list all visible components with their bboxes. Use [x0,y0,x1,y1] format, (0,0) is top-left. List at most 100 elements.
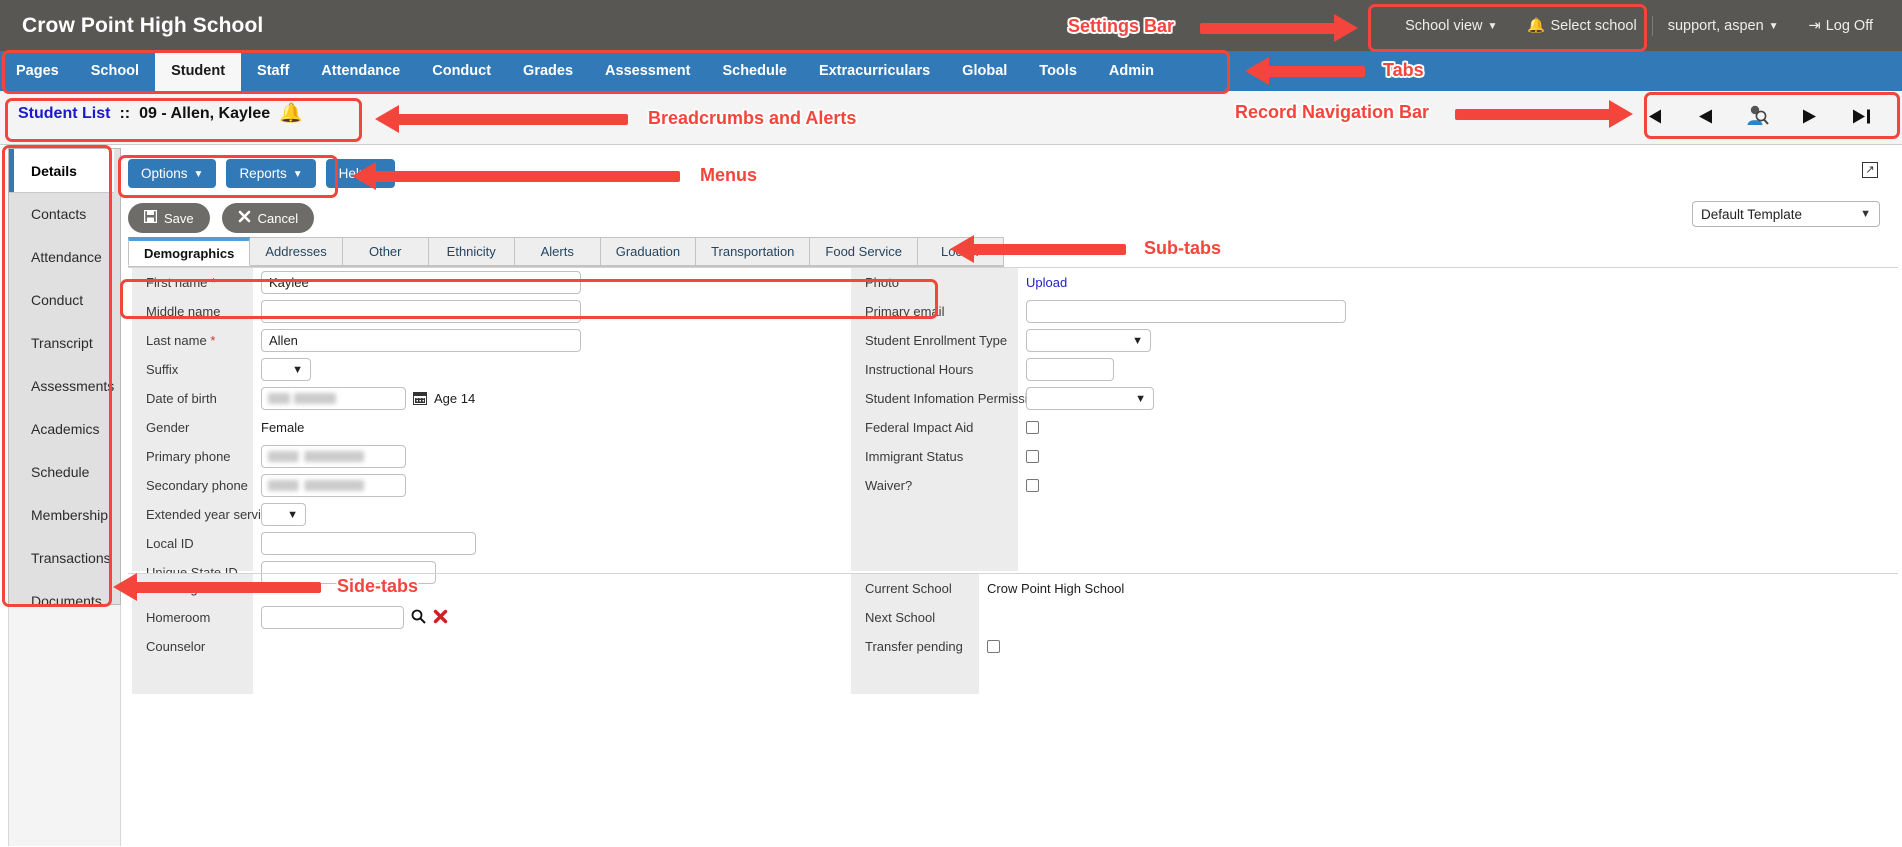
side-tab-schedule[interactable]: Schedule [9,450,120,493]
homeroom-input[interactable] [261,606,404,629]
sub-tab-ethnicity[interactable]: Ethnicity [429,237,515,266]
user-menu[interactable]: support, aspen ▼ [1653,9,1794,43]
immigrant-status-checkbox[interactable] [1026,450,1039,463]
tab-attendance[interactable]: Attendance [305,51,416,91]
tab-tools[interactable]: Tools [1023,51,1093,91]
next-record-button[interactable] [1796,103,1822,129]
breadcrumb-student-list-link[interactable]: Student List [18,105,110,123]
tab-global[interactable]: Global [946,51,1023,91]
side-tab-academics[interactable]: Academics [9,407,120,450]
record-navigation-bar [1626,99,1888,133]
sub-tab-alerts[interactable]: Alerts [515,237,601,266]
sub-tab-food-service[interactable]: Food Service [810,237,918,266]
alert-bell-icon[interactable]: 🔔 [279,104,303,123]
save-button[interactable]: Save [128,203,210,233]
side-tabs: DetailsContactsAttendanceConductTranscri… [8,148,121,605]
field-value: Upload [1018,275,1067,290]
federal-impact-aid-checkbox[interactable] [1026,421,1039,434]
waiver-checkbox[interactable] [1026,479,1039,492]
template-dropdown[interactable]: Default Template ▼ [1692,201,1880,227]
menu-label: Options [141,166,188,181]
right-bottom-fields: Current SchoolCrow Point High SchoolNext… [851,574,1124,661]
select-school-button[interactable]: 🔔 Select school [1512,9,1651,43]
cancel-button[interactable]: Cancel [222,203,314,233]
calendar-icon[interactable] [413,392,427,405]
left-top-fields: First name *Middle nameLast name *Suffix… [132,268,581,587]
sub-tab-locker[interactable]: Locker [918,237,1004,266]
transfer-pending-checkbox[interactable] [987,640,1000,653]
middle-name-input[interactable] [261,300,581,323]
right-top-fields: PhotoUploadPrimary emailStudent Enrollme… [851,268,1346,500]
sub-tab-transportation[interactable]: Transportation [696,237,810,266]
tab-schedule[interactable]: Schedule [706,51,802,91]
side-tab-assessments[interactable]: Assessments [9,364,120,407]
log-off-button[interactable]: ⇥ Log Off [1794,9,1888,43]
action-label: Save [164,211,194,226]
options-menu-button[interactable]: Options▼ [128,159,216,188]
student-enrollment-type-select[interactable]: ▼ [1026,329,1151,352]
field-label: Homeroom [132,610,253,625]
form-row: Primary email [851,297,1346,326]
primary-email-input[interactable] [1026,300,1346,323]
tab-staff[interactable]: Staff [241,51,305,91]
field-label-text: Immigrant Status [865,449,963,464]
sub-tab-demographics[interactable]: Demographics [128,237,250,266]
year-of-graduation-value: 2026 [261,581,290,596]
search-icon[interactable] [411,609,426,627]
field-label-text: Date of birth [146,391,217,406]
last-record-button[interactable] [1848,103,1874,129]
tab-admin[interactable]: Admin [1093,51,1170,91]
help-menu-button[interactable]: Help▼ [326,159,396,188]
field-label: Middle name [132,304,253,319]
side-tab-contacts[interactable]: Contacts [9,192,120,235]
side-tab-transcript[interactable]: Transcript [9,321,120,364]
tab-student[interactable]: Student [155,51,241,91]
first-name-input[interactable] [261,271,581,294]
select-school-label: Select school [1550,18,1636,34]
field-label-text: Next School [865,610,935,625]
local-id-input[interactable] [261,532,476,555]
side-tab-transactions[interactable]: Transactions [9,536,120,579]
field-label: Gender [132,420,253,435]
expand-icon[interactable]: ↗ [1862,162,1878,178]
student-record-icon[interactable] [1744,103,1770,129]
side-tab-conduct[interactable]: Conduct [9,278,120,321]
side-tab-details[interactable]: Details [9,149,114,192]
sub-tab-addresses[interactable]: Addresses [250,237,342,266]
suffix-select[interactable]: ▼ [261,358,311,381]
age-text: Age 14 [434,391,475,406]
form-row: Date of birth Age 14 [132,384,581,413]
side-tab-membership[interactable]: Membership [9,493,120,536]
field-value [979,640,1000,653]
tab-grades[interactable]: Grades [507,51,589,91]
sub-tab-graduation[interactable]: Graduation [601,237,696,266]
school-view-dropdown[interactable]: School view ▼ [1390,9,1512,43]
clear-icon[interactable] [433,609,448,627]
field-label: Suffix [132,362,253,377]
form-row: Waiver? [851,471,1346,500]
cancel-icon [238,210,251,226]
tab-conduct[interactable]: Conduct [416,51,507,91]
student-infomation-permissions-select[interactable]: ▼ [1026,387,1154,410]
side-tab-attendance[interactable]: Attendance [9,235,120,278]
form-row: Local ID [132,529,581,558]
field-label-text: Secondary phone [146,478,248,493]
tab-extracurriculars[interactable]: Extracurriculars [803,51,946,91]
save-icon [144,210,157,226]
previous-record-button[interactable] [1692,103,1718,129]
instructional-hours-input[interactable] [1026,358,1114,381]
first-record-button[interactable] [1640,103,1666,129]
tab-school[interactable]: School [75,51,155,91]
form-row: Secondary phone [132,471,581,500]
last-name-input[interactable] [261,329,581,352]
extended-year-services-select[interactable]: ▼ [261,503,306,526]
field-label-text: Counselor [146,639,205,654]
tab-assessment[interactable]: Assessment [589,51,706,91]
field-value: 2026 [253,581,290,596]
tab-pages[interactable]: Pages [0,51,75,91]
photo-link[interactable]: Upload [1026,275,1067,290]
sub-tab-other[interactable]: Other [343,237,429,266]
reports-menu-button[interactable]: Reports▼ [226,159,315,188]
sub-tabs: DemographicsAddressesOtherEthnicityAlert… [128,237,1004,267]
date-of-birth-wrapper [261,387,406,410]
